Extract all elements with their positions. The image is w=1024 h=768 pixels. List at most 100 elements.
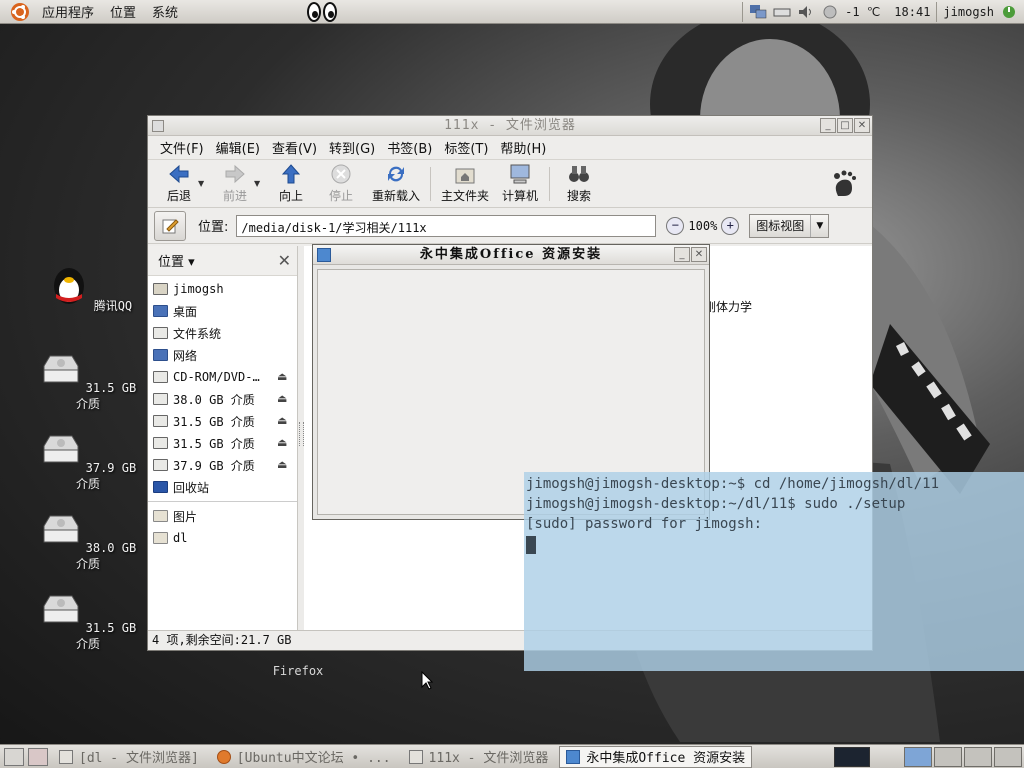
up-button[interactable]: 向上	[266, 161, 316, 207]
workspace-4[interactable]	[994, 747, 1022, 767]
sidebar-bookmark[interactable]: 图片	[148, 505, 297, 527]
user-switcher[interactable]: jimogsh	[943, 5, 994, 19]
home-button[interactable]: 主文件夹	[435, 161, 495, 207]
minimize-button[interactable]: _	[820, 118, 836, 133]
places-list: jimogsh 桌面 文件系统 网络 CD-ROM/DVD-… ⏏ 38.0 GB…	[148, 276, 297, 549]
sidebar-item-cdrom[interactable]: CD-ROM/DVD-… ⏏	[148, 366, 297, 388]
back-button[interactable]: 后退	[154, 161, 204, 207]
desktop-icon-firefox-label[interactable]: Firefox	[250, 664, 346, 678]
harddisk-icon	[43, 355, 79, 383]
terminal-line: [sudo] password for jimogsh:	[526, 516, 763, 532]
window-list-icon[interactable]	[28, 747, 48, 766]
location-input[interactable]: /media/disk-1/学习相关/111x	[236, 214, 657, 237]
sidebar-item-drive[interactable]: 31.5 GB 介质 ⏏	[148, 410, 297, 432]
eject-icon[interactable]: ⏏	[277, 393, 289, 405]
dialog-titlebar[interactable]: 永中集成Office 资源安装 _ ✕	[313, 245, 709, 265]
eject-icon[interactable]: ⏏	[277, 437, 289, 449]
computer-button[interactable]: 计算机	[495, 161, 545, 207]
menu-tabs[interactable]: 标签(T)	[438, 138, 494, 157]
sidebar-item-home[interactable]: jimogsh	[148, 278, 297, 300]
location-toggle-button[interactable]	[154, 210, 186, 241]
menu-file[interactable]: 文件(F)	[154, 138, 210, 157]
clock[interactable]: 18:41	[894, 5, 930, 19]
harddisk-icon	[153, 437, 168, 449]
installer-icon	[317, 248, 331, 262]
sidebar-item-drive[interactable]: 31.5 GB 介质 ⏏	[148, 432, 297, 454]
sidebar-item-trash[interactable]: 回收站	[148, 476, 297, 498]
eject-icon[interactable]: ⏏	[277, 415, 289, 427]
file-item-label[interactable]: 刚体力学	[704, 298, 752, 315]
terminal-thumbnail-icon[interactable]	[834, 747, 870, 767]
menu-help[interactable]: 帮助(H)	[494, 138, 552, 157]
zoom-level[interactable]: 100%	[688, 219, 717, 233]
xeyes-applet	[307, 2, 337, 22]
sidebar-item-drive[interactable]: 38.0 GB 介质 ⏏	[148, 388, 297, 410]
keyboard-icon[interactable]	[773, 4, 791, 20]
stop-button[interactable]: 停止	[316, 161, 366, 207]
sidebar-mode-select[interactable]: 位置 ▾	[158, 251, 195, 270]
zoom-control: − 100% +	[666, 216, 740, 235]
menu-applications[interactable]: 应用程序	[34, 2, 102, 21]
taskbar-item[interactable]: [Ubuntu中文论坛 • ...	[210, 746, 398, 768]
desktop-icon-drive[interactable]: 31.5 GB 介质	[33, 352, 143, 412]
network-icon[interactable]	[749, 4, 767, 20]
window-menu-icon[interactable]	[152, 120, 164, 132]
power-icon[interactable]	[1000, 4, 1018, 20]
forward-history-dropdown[interactable]: ▼	[254, 179, 264, 188]
folder-icon	[153, 510, 168, 522]
menu-bookmarks[interactable]: 书签(B)	[381, 138, 438, 157]
menu-system[interactable]: 系统	[144, 2, 186, 21]
desktop-icon-drive[interactable]: 38.0 GB 介质	[33, 512, 143, 572]
terminal-cursor	[526, 536, 536, 554]
desktop-icon-drive[interactable]: 37.9 GB 介质	[33, 432, 143, 492]
menu-edit[interactable]: 编辑(E)	[210, 138, 266, 157]
reload-icon	[388, 166, 404, 182]
workspace-1[interactable]	[904, 747, 932, 767]
sidebar-item-desktop[interactable]: 桌面	[148, 300, 297, 322]
close-button[interactable]: ✕	[854, 118, 870, 133]
menu-view[interactable]: 查看(V)	[266, 138, 323, 157]
home-folder-icon	[455, 168, 475, 184]
terminal-window[interactable]: jimogsh@jimogsh-desktop:~$ cd /home/jimo…	[524, 472, 1024, 671]
minimize-button[interactable]: _	[674, 247, 690, 262]
eject-icon[interactable]: ⏏	[277, 371, 289, 383]
folder-icon	[153, 532, 168, 544]
close-button[interactable]: ✕	[691, 247, 707, 262]
sidebar-item-filesystem[interactable]: 文件系统	[148, 322, 297, 344]
harddisk-icon	[153, 459, 168, 471]
workspace-switcher	[834, 745, 1024, 768]
view-mode-select[interactable]: 图标视图 ▼	[749, 213, 830, 238]
menu-places[interactable]: 位置	[102, 2, 144, 21]
volume-icon[interactable]	[797, 4, 815, 20]
taskbar-item[interactable]: 111x - 文件浏览器	[402, 746, 556, 768]
zoom-in-button[interactable]: +	[721, 216, 740, 235]
maximize-button[interactable]: □	[837, 118, 853, 133]
arrow-up-icon	[281, 164, 301, 184]
desktop-icon-qq[interactable]: 腾讯QQ	[35, 262, 145, 314]
taskbar-item-active[interactable]: 永中集成Office 资源安装	[559, 745, 753, 768]
sidebar-bookmark[interactable]: dl	[148, 527, 297, 549]
search-button[interactable]: 搜索	[554, 161, 604, 207]
weather-icon[interactable]	[821, 4, 839, 20]
sidebar-close-button[interactable]: ✕	[278, 251, 291, 270]
show-desktop-icon[interactable]	[4, 747, 24, 766]
back-history-dropdown[interactable]: ▼	[198, 179, 208, 188]
workspace-3[interactable]	[964, 747, 992, 767]
eject-icon[interactable]: ⏏	[277, 459, 289, 471]
desktop-icon-drive[interactable]: 31.5 GB 介质	[33, 592, 143, 652]
sidebar-item-network[interactable]: 网络	[148, 344, 297, 366]
workspace-2[interactable]	[934, 747, 962, 767]
harddisk-icon	[153, 327, 168, 339]
ubuntu-logo-icon[interactable]	[10, 2, 30, 22]
menu-go[interactable]: 转到(G)	[323, 138, 381, 157]
taskbar-item[interactable]: [dl - 文件浏览器]	[52, 746, 206, 768]
sidebar-item-drive[interactable]: 37.9 GB 介质 ⏏	[148, 454, 297, 476]
arrow-left-icon	[169, 164, 189, 184]
folder-icon	[59, 749, 73, 764]
temperature-readout[interactable]: -1 ℃	[845, 5, 880, 19]
home-folder-icon	[153, 283, 168, 295]
zoom-out-button[interactable]: −	[666, 216, 685, 235]
window-titlebar[interactable]: 111x - 文件浏览器 _ □ ✕	[148, 116, 872, 136]
forward-button[interactable]: 前进	[210, 161, 260, 207]
reload-button[interactable]: 重新载入	[366, 161, 426, 207]
